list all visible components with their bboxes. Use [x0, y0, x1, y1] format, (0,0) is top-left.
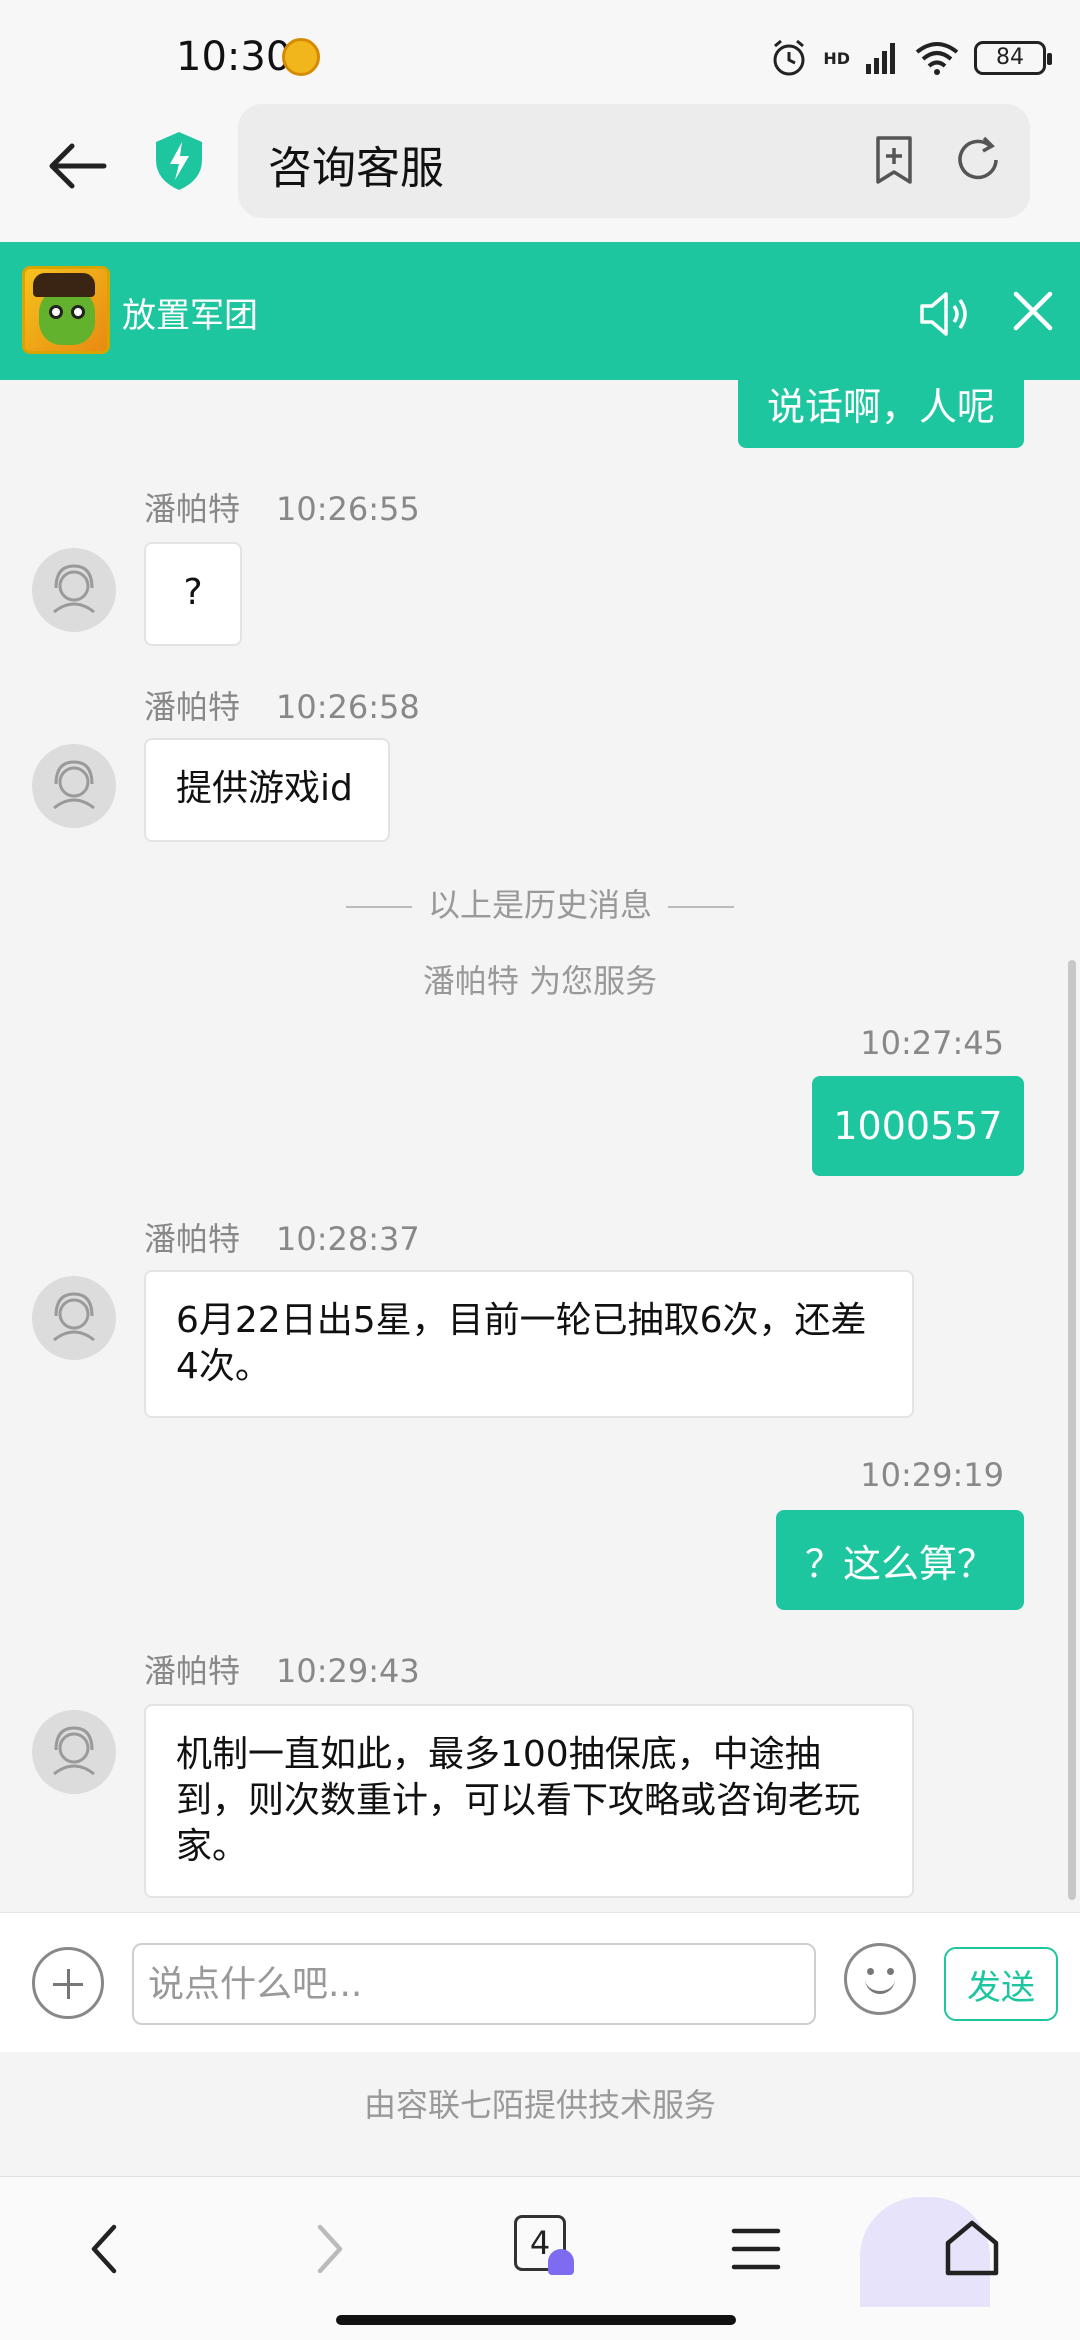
- user-message-time: 10:29:19: [860, 1456, 1004, 1494]
- page-title: 咨询客服: [268, 143, 444, 194]
- emoji-icon[interactable]: [844, 1943, 916, 2015]
- refresh-icon[interactable]: [950, 132, 1006, 188]
- history-divider: 以上是历史消息: [0, 880, 1080, 926]
- headset-avatar-icon: [53, 564, 95, 614]
- agent-avatar[interactable]: [32, 1710, 116, 1794]
- message-time: 10:26:58: [276, 688, 420, 726]
- status-icons: HD 84: [769, 36, 1052, 80]
- nav-back-icon[interactable]: [70, 2213, 142, 2285]
- agent-message-text: ?: [183, 572, 203, 613]
- agent-message-text: 机制一直如此，最多100抽保底，中途抽到，则次数重计，可以看下攻略或咨询老玩家。: [176, 1734, 861, 1867]
- home-indicator[interactable]: [336, 2315, 736, 2325]
- alarm-icon: [773, 39, 805, 76]
- signal-icon: [866, 43, 895, 74]
- close-icon[interactable]: [1008, 286, 1058, 336]
- user-message-time: 10:27:45: [860, 1024, 1004, 1062]
- agent-message-bubble: 提供游戏id: [144, 738, 390, 842]
- headset-avatar-icon: [53, 1726, 95, 1776]
- ghost-badge-icon: [548, 2249, 574, 2275]
- agent-message-bubble: 机制一直如此，最多100抽保底，中途抽到，则次数重计，可以看下攻略或咨询老玩家。: [144, 1704, 914, 1898]
- headset-avatar-icon: [53, 760, 95, 810]
- message-time: 10:28:37: [276, 1220, 420, 1258]
- sender-name: 潘帕特: [144, 1220, 241, 1258]
- chat-area[interactable]: 说话啊，人呢 潘帕特 10:26:55 ? 潘帕特 10:26:58 提供游戏id …: [0, 380, 1080, 1912]
- app-banner: 放置军团: [0, 242, 1080, 380]
- history-divider-text: 以上是历史消息: [427, 886, 652, 924]
- headset-avatar-icon: [53, 1292, 95, 1342]
- wifi-icon: [915, 42, 959, 75]
- speaker-icon[interactable]: [916, 286, 972, 342]
- sender-name: 潘帕特: [144, 688, 241, 726]
- agent-message-bubble: ?: [144, 542, 242, 646]
- chat-scrollbar[interactable]: [1068, 960, 1076, 1900]
- battery-level: 84: [974, 41, 1052, 75]
- plus-icon[interactable]: [32, 1947, 104, 2019]
- agent-avatar[interactable]: [32, 1276, 116, 1360]
- status-time: 10:30: [176, 34, 292, 80]
- home-icon[interactable]: [936, 2213, 1008, 2285]
- agent-message-bubble: 6月22日出5星，目前一轮已抽取6次，还差4次。: [144, 1270, 914, 1418]
- shield-bolt-icon[interactable]: [152, 130, 206, 192]
- message-time: 10:29:43: [276, 1652, 420, 1690]
- address-bar[interactable]: 咨询客服: [238, 104, 1030, 218]
- message-meta: 潘帕特 10:29:43: [144, 1646, 420, 1692]
- menu-icon[interactable]: [720, 2213, 792, 2285]
- send-button[interactable]: 发送: [944, 1947, 1058, 2021]
- message-input-bar: 发送: [0, 1912, 1080, 2052]
- app-name: 放置军团: [122, 296, 258, 336]
- user-message-bubble: ？这么算？: [776, 1510, 1024, 1610]
- browser-bottom-nav: 4: [0, 2176, 1080, 2340]
- user-message-text: 1000557: [833, 1104, 1003, 1148]
- bookmark-add-icon[interactable]: [866, 132, 922, 188]
- user-message-bubble: 1000557: [812, 1076, 1024, 1176]
- message-meta: 潘帕特 10:26:55: [144, 484, 420, 530]
- agent-message-text: 提供游戏id: [176, 768, 353, 809]
- message-time: 10:26:55: [276, 490, 420, 528]
- coin-notification-icon: [282, 38, 320, 76]
- user-message-text: ？这么算？: [804, 1541, 995, 1586]
- message-meta: 潘帕特 10:26:58: [144, 682, 420, 728]
- message-meta: 潘帕特 10:28:37: [144, 1214, 420, 1260]
- agent-avatar[interactable]: [32, 548, 116, 632]
- service-note: 潘帕特 为您服务: [422, 962, 658, 1000]
- browser-toolbar: 咨询客服: [0, 100, 1080, 242]
- powered-by-text: 由容联七陌提供技术服务: [0, 2052, 1080, 2170]
- agent-avatar[interactable]: [32, 744, 116, 828]
- hd-label: HD: [823, 48, 850, 68]
- user-message-text: 说话啊，人呢: [766, 384, 995, 429]
- app-logo[interactable]: [22, 266, 110, 354]
- status-bar: 10:30 HD 84: [0, 0, 1080, 100]
- sender-name: 潘帕特: [144, 490, 241, 528]
- user-message-bubble: 说话啊，人呢: [738, 380, 1024, 448]
- back-arrow-icon[interactable]: [44, 130, 116, 202]
- nav-forward-icon[interactable]: [292, 2213, 364, 2285]
- message-input[interactable]: [132, 1943, 816, 2025]
- agent-message-text: 6月22日出5星，目前一轮已抽取6次，还差4次。: [176, 1300, 867, 1387]
- sender-name: 潘帕特: [144, 1652, 241, 1690]
